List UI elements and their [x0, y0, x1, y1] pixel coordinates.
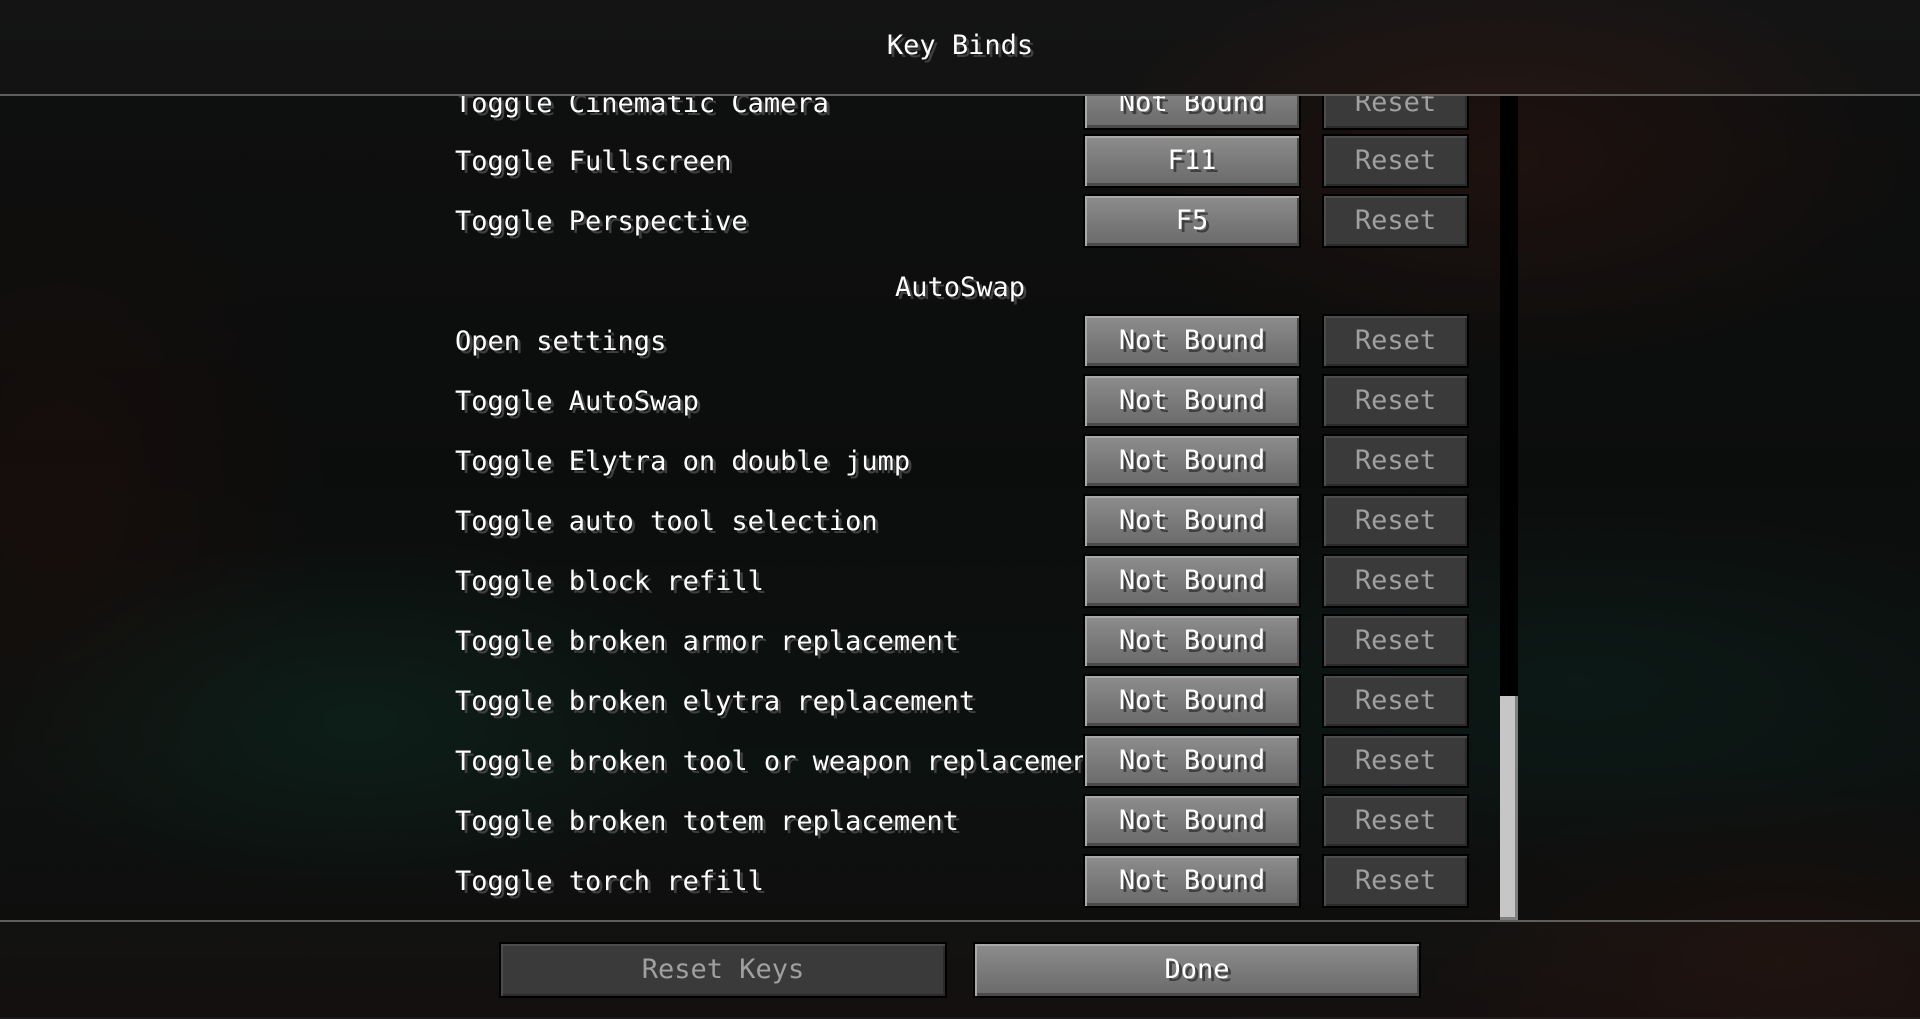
keybind-row-elytra-replacement: Toggle broken elytra replacement Not Bou… [0, 674, 1920, 730]
keybind-row-cinematic-camera: Toggle Cinematic Camera Not Bound Reset [0, 96, 1920, 132]
scrollbar-track[interactable] [1500, 96, 1518, 920]
keybind-label: Toggle Perspective [455, 206, 748, 237]
key-button[interactable]: Not Bound [1083, 794, 1301, 848]
keybind-row-elytra-double-jump: Toggle Elytra on double jump Not Bound R… [0, 434, 1920, 490]
reset-button: Reset [1322, 794, 1469, 848]
keybind-row-fullscreen: Toggle Fullscreen F11 Reset [0, 134, 1920, 190]
keybind-row-totem-replacement: Toggle broken totem replacement Not Boun… [0, 794, 1920, 850]
keybind-list[interactable]: Toggle Cinematic Camera Not Bound Reset … [0, 96, 1920, 920]
reset-button: Reset [1322, 194, 1469, 248]
reset-button: Reset [1322, 734, 1469, 788]
reset-button: Reset [1322, 434, 1469, 488]
key-button[interactable]: Not Bound [1083, 614, 1301, 668]
keybind-row-torch-refill: Toggle torch refill Not Bound Reset [0, 854, 1920, 910]
reset-button: Reset [1322, 96, 1469, 130]
reset-button: Reset [1322, 674, 1469, 728]
keybind-row-tool-weapon-replacement: Toggle broken tool or weapon replacement… [0, 734, 1920, 790]
keybind-label: Toggle Elytra on double jump [455, 446, 911, 477]
reset-button: Reset [1322, 854, 1469, 908]
key-button[interactable]: Not Bound [1083, 314, 1301, 368]
keybind-label: Open settings [455, 326, 667, 357]
reset-keys-button: Reset Keys [499, 942, 947, 998]
key-button[interactable]: Not Bound [1083, 674, 1301, 728]
key-button[interactable]: Not Bound [1083, 434, 1301, 488]
category-heading-autoswap: AutoSwap [894, 272, 1026, 303]
key-button[interactable]: Not Bound [1083, 734, 1301, 788]
key-button[interactable]: F5 [1083, 194, 1301, 248]
key-button[interactable]: Not Bound [1083, 554, 1301, 608]
scrollbar-thumb[interactable] [1500, 696, 1518, 920]
reset-button: Reset [1322, 554, 1469, 608]
key-button[interactable]: Not Bound [1083, 494, 1301, 548]
done-button[interactable]: Done [973, 942, 1421, 998]
key-button[interactable]: F11 [1083, 134, 1301, 188]
keybind-row-auto-tool-selection: Toggle auto tool selection Not Bound Res… [0, 494, 1920, 550]
keybind-label: Toggle broken totem replacement [455, 806, 959, 837]
key-button[interactable]: Not Bound [1083, 96, 1301, 130]
page-title: Key Binds [886, 30, 1034, 61]
keybind-label: Toggle broken elytra replacement [455, 686, 976, 717]
keybind-row-toggle-autoswap: Toggle AutoSwap Not Bound Reset [0, 374, 1920, 430]
reset-button: Reset [1322, 494, 1469, 548]
keybind-row-armor-replacement: Toggle broken armor replacement Not Boun… [0, 614, 1920, 670]
reset-button: Reset [1322, 614, 1469, 668]
header-bar: Key Binds [0, 0, 1920, 96]
keybind-row-perspective: Toggle Perspective F5 Reset [0, 194, 1920, 250]
keybind-label: Toggle Fullscreen [455, 146, 732, 177]
key-button[interactable]: Not Bound [1083, 374, 1301, 428]
footer-bar: Reset Keys Done [0, 920, 1920, 1019]
keybind-label: Toggle block refill [455, 566, 764, 597]
keybind-label: Toggle broken tool or weapon replacement [455, 746, 1106, 777]
reset-button: Reset [1322, 314, 1469, 368]
keybind-label: Toggle AutoSwap [455, 386, 699, 417]
keybind-label: Toggle Cinematic Camera [455, 96, 829, 119]
keybind-label: Toggle auto tool selection [455, 506, 878, 537]
reset-button: Reset [1322, 134, 1469, 188]
key-button[interactable]: Not Bound [1083, 854, 1301, 908]
keybind-label: Toggle torch refill [455, 866, 764, 897]
keybind-row-open-settings: Open settings Not Bound Reset [0, 314, 1920, 370]
reset-button: Reset [1322, 374, 1469, 428]
keybind-row-block-refill: Toggle block refill Not Bound Reset [0, 554, 1920, 610]
keybind-label: Toggle broken armor replacement [455, 626, 959, 657]
